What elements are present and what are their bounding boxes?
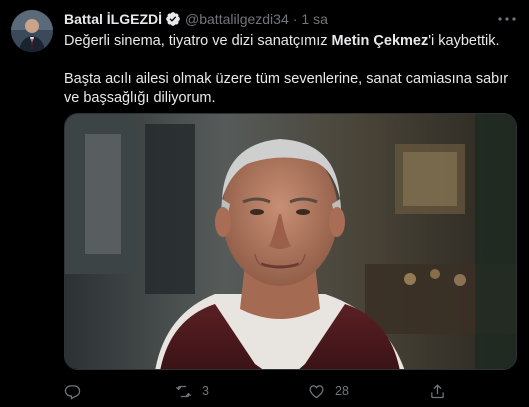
- tweet-text-line2: Başta acılı ailesi olmak üzere tüm seven…: [64, 71, 509, 106]
- like-icon: [309, 384, 324, 398]
- tweet-time[interactable]: 1 sa: [301, 11, 327, 27]
- portrait-image: [65, 114, 516, 369]
- separator-dot: ·: [292, 11, 298, 27]
- tweet[interactable]: Battal İLGEZDİ @battalilgezdi34 · 1 sa D…: [0, 0, 529, 407]
- retweet-icon: [176, 385, 191, 397]
- tweet-header: Battal İLGEZDİ @battalilgezdi34 · 1 sa: [64, 9, 328, 29]
- like-button[interactable]: 28: [308, 383, 349, 400]
- share-icon: [431, 383, 444, 398]
- retweet-button[interactable]: 3: [175, 383, 209, 400]
- more-icon[interactable]: [497, 12, 517, 26]
- avatar[interactable]: [11, 10, 53, 52]
- share-button[interactable]: [429, 383, 446, 400]
- tweet-text-part: 'i kaybettik.: [428, 33, 500, 49]
- tweet-photo[interactable]: [64, 113, 517, 370]
- tweet-text-bold-name: Metin Çekmez: [331, 33, 429, 49]
- reply-icon: [64, 384, 81, 400]
- retweet-count: 3: [202, 384, 209, 398]
- reply-button[interactable]: [64, 383, 91, 400]
- like-count: 28: [335, 384, 349, 398]
- author-handle[interactable]: @battalilgezdi34: [185, 11, 289, 27]
- author-name[interactable]: Battal İLGEZDİ: [64, 11, 162, 27]
- tweet-text-line1: Değerli sinema, tiyatro ve dizi sanatçım…: [64, 32, 514, 51]
- verified-badge-icon: [165, 11, 181, 27]
- tweet-text-part: Değerli sinema, tiyatro ve dizi sanatçım…: [64, 33, 332, 49]
- tweet-actions: 3 28: [64, 382, 514, 400]
- avatar-image: [11, 10, 53, 52]
- tweet-text: Değerli sinema, tiyatro ve dizi sanatçım…: [64, 32, 514, 108]
